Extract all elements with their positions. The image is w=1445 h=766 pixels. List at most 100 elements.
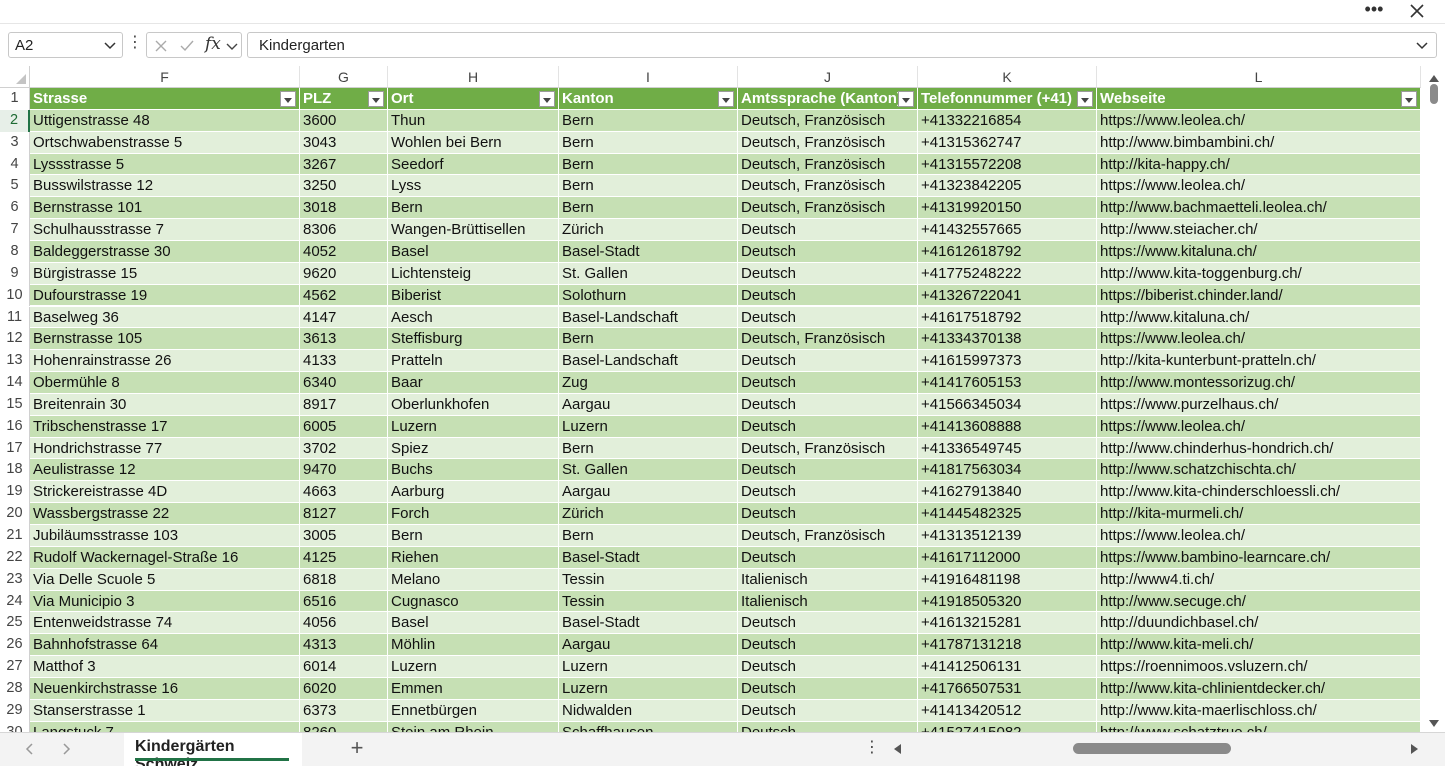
table-cell[interactable]: http://kita-happy.ch/ bbox=[1097, 153, 1421, 176]
table-cell[interactable]: +41817563034 bbox=[918, 459, 1097, 482]
table-cell[interactable]: Deutsch, Französisch bbox=[738, 197, 918, 220]
row-number[interactable]: 22 bbox=[0, 546, 30, 569]
table-cell[interactable]: http://kita-kunterbunt-pratteln.ch/ bbox=[1097, 350, 1421, 373]
table-cell[interactable]: Deutsch, Französisch bbox=[738, 175, 918, 198]
table-cell[interactable]: Basel-Stadt bbox=[559, 546, 738, 569]
table-cell[interactable]: +41766507531 bbox=[918, 677, 1097, 700]
row-number[interactable]: 4 bbox=[0, 153, 30, 176]
table-cell[interactable]: Seedorf bbox=[388, 153, 559, 176]
row-number[interactable]: 23 bbox=[0, 568, 30, 591]
table-cell[interactable]: +41334370138 bbox=[918, 328, 1097, 351]
table-cell[interactable]: Deutsch bbox=[738, 393, 918, 416]
row-number[interactable]: 26 bbox=[0, 634, 30, 657]
table-cell[interactable]: 4663 bbox=[300, 481, 388, 504]
row-number[interactable]: 7 bbox=[0, 219, 30, 241]
table-cell[interactable]: Deutsch bbox=[738, 459, 918, 482]
table-cell[interactable]: 4133 bbox=[300, 350, 388, 373]
table-cell[interactable]: Nidwalden bbox=[559, 699, 738, 722]
table-cell[interactable]: Tessin bbox=[559, 568, 738, 591]
table-cell[interactable]: Bernstrasse 101 bbox=[30, 197, 300, 220]
table-cell[interactable]: +41613215281 bbox=[918, 612, 1097, 635]
formula-input[interactable]: Kindergarten bbox=[247, 32, 1437, 58]
table-cell[interactable]: Strickereistrasse 4D bbox=[30, 481, 300, 504]
scroll-down-icon[interactable] bbox=[1428, 716, 1440, 727]
table-cell[interactable]: Entenweidstrasse 74 bbox=[30, 612, 300, 635]
row-number[interactable]: 30 bbox=[0, 721, 30, 732]
table-cell[interactable]: Aargau bbox=[559, 481, 738, 504]
table-cell[interactable]: Möhlin bbox=[388, 634, 559, 657]
table-cell[interactable]: Deutsch bbox=[738, 372, 918, 394]
row-number[interactable]: 25 bbox=[0, 612, 30, 635]
table-cell[interactable]: Wohlen bei Bern bbox=[388, 131, 559, 154]
table-cell[interactable]: Buchs bbox=[388, 459, 559, 482]
table-cell[interactable]: Thun bbox=[388, 109, 559, 132]
table-cell[interactable]: Bern bbox=[559, 437, 738, 460]
row-number[interactable]: 6 bbox=[0, 197, 30, 220]
table-cell[interactable]: Dufourstrasse 19 bbox=[30, 284, 300, 307]
table-cell[interactable]: +41413608888 bbox=[918, 415, 1097, 438]
table-cell[interactable]: Luzern bbox=[559, 415, 738, 438]
column-header-k[interactable]: K bbox=[918, 66, 1097, 88]
table-cell[interactable]: Zürich bbox=[559, 503, 738, 525]
header-cell[interactable]: Ort bbox=[388, 88, 559, 110]
table-cell[interactable]: 9470 bbox=[300, 459, 388, 482]
table-cell[interactable]: Baldeggerstrasse 30 bbox=[30, 240, 300, 263]
table-cell[interactable]: Wangen-Brüttisellen bbox=[388, 219, 559, 241]
table-cell[interactable]: Deutsch bbox=[738, 219, 918, 241]
table-cell[interactable]: Basel bbox=[388, 612, 559, 635]
table-cell[interactable]: +41323842205 bbox=[918, 175, 1097, 198]
table-cell[interactable]: Deutsch bbox=[738, 699, 918, 722]
scroll-right-icon[interactable] bbox=[1408, 742, 1420, 754]
row-number[interactable]: 14 bbox=[0, 372, 30, 394]
table-cell[interactable]: Cugnasco bbox=[388, 590, 559, 613]
table-cell[interactable]: Steffisburg bbox=[388, 328, 559, 351]
table-cell[interactable]: Bern bbox=[388, 197, 559, 220]
table-cell[interactable]: Riehen bbox=[388, 546, 559, 569]
table-cell[interactable]: 4125 bbox=[300, 546, 388, 569]
table-cell[interactable]: https://www.leolea.ch/ bbox=[1097, 109, 1421, 132]
table-cell[interactable]: +41775248222 bbox=[918, 262, 1097, 285]
row-number[interactable]: 3 bbox=[0, 131, 30, 154]
header-cell[interactable]: Amtssprache (Kanton) bbox=[738, 88, 918, 110]
chevron-left-icon[interactable] bbox=[22, 741, 38, 757]
row-number[interactable]: 18 bbox=[0, 459, 30, 482]
table-cell[interactable]: Deutsch bbox=[738, 634, 918, 657]
table-cell[interactable]: Tribschenstrasse 17 bbox=[30, 415, 300, 438]
table-cell[interactable]: Forch bbox=[388, 503, 559, 525]
table-cell[interactable]: +41918505320 bbox=[918, 590, 1097, 613]
table-cell[interactable]: Deutsch bbox=[738, 284, 918, 307]
table-cell[interactable]: Matthof 3 bbox=[30, 656, 300, 678]
table-cell[interactable]: Baselweg 36 bbox=[30, 306, 300, 329]
table-cell[interactable]: Uttigenstrasse 48 bbox=[30, 109, 300, 132]
table-cell[interactable]: Spiez bbox=[388, 437, 559, 460]
table-cell[interactable]: Wassbergstrasse 22 bbox=[30, 503, 300, 525]
table-cell[interactable]: +41627913840 bbox=[918, 481, 1097, 504]
table-cell[interactable]: +41566345034 bbox=[918, 393, 1097, 416]
table-cell[interactable]: Busswilstrasse 12 bbox=[30, 175, 300, 198]
row-number[interactable]: 1 bbox=[0, 88, 30, 110]
expand-formula-icon[interactable] bbox=[1414, 37, 1430, 53]
table-cell[interactable]: Stein am Rhein bbox=[388, 721, 559, 732]
table-cell[interactable]: Neuenkirchstrasse 16 bbox=[30, 677, 300, 700]
table-cell[interactable]: Aarburg bbox=[388, 481, 559, 504]
enter-icon[interactable] bbox=[177, 36, 197, 56]
table-cell[interactable]: Via Municipio 3 bbox=[30, 590, 300, 613]
table-cell[interactable]: Bern bbox=[388, 525, 559, 547]
table-cell[interactable]: Ennetbürgen bbox=[388, 699, 559, 722]
formula-bar-menu-icon[interactable]: ⋮ bbox=[127, 34, 143, 56]
table-cell[interactable]: Oberlunkhofen bbox=[388, 393, 559, 416]
table-cell[interactable]: 4052 bbox=[300, 240, 388, 263]
table-cell[interactable]: Deutsch, Französisch bbox=[738, 131, 918, 154]
table-cell[interactable]: 8260 bbox=[300, 721, 388, 732]
table-cell[interactable]: http://duundichbasel.ch/ bbox=[1097, 612, 1421, 635]
table-cell[interactable]: Luzern bbox=[388, 656, 559, 678]
table-cell[interactable]: Aesch bbox=[388, 306, 559, 329]
header-cell[interactable]: Strasse bbox=[30, 88, 300, 110]
horizontal-scroll-thumb[interactable] bbox=[1073, 743, 1231, 754]
table-cell[interactable]: Langstuck 7 bbox=[30, 721, 300, 732]
table-cell[interactable]: https://www.leolea.ch/ bbox=[1097, 525, 1421, 547]
table-cell[interactable]: Bern bbox=[559, 525, 738, 547]
table-cell[interactable]: 6373 bbox=[300, 699, 388, 722]
column-header-h[interactable]: H bbox=[388, 66, 559, 88]
table-cell[interactable]: http://www.kita-chinderschloessli.ch/ bbox=[1097, 481, 1421, 504]
